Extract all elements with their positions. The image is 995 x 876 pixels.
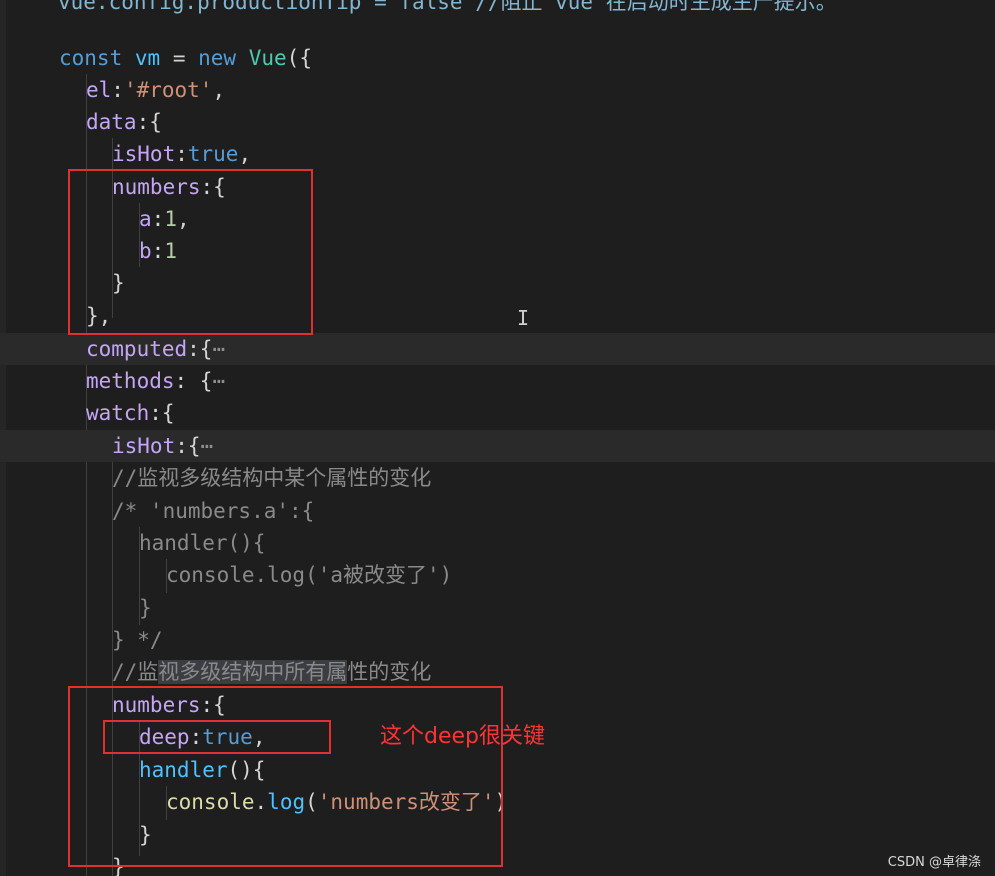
token-punct: , [212,78,226,102]
token-punct: : [175,142,188,166]
token-comment: handler(){ [139,531,266,555]
fold-ellipsis-icon[interactable]: ⋯ [212,369,225,393]
token-punct: ({ [286,46,312,70]
token-operator: = [172,46,186,70]
token-punct: :{ [175,434,201,458]
token-comment: //监 [112,660,159,684]
code-line[interactable]: computed:{⋯ [0,333,995,365]
code-line[interactable]: handler(){ [0,527,995,559]
code-line[interactable]: } */ [0,624,995,656]
cutoff-line: vue.config.productionTip = false //阻止 vu… [58,0,837,14]
token-comment: } */ [112,628,163,652]
code-line[interactable]: el:'#root', [0,74,995,106]
token-property: el [86,78,112,102]
token-comment: /* 'numbers.a':{ [112,499,315,523]
token-keyword: const [59,46,123,70]
token-property: watch [86,401,150,425]
code-line[interactable]: //监视多级结构中所有属性的变化 [0,656,995,688]
token-comment: //监视多级结构中某个属性的变化 [112,466,432,490]
token-punct: : [111,78,124,102]
annotation-note: 这个deep很关键 [380,724,546,749]
token-punct: , [238,142,252,166]
code-line[interactable]: const vm = new Vue({ [0,42,995,74]
token-property: isHot [112,434,176,458]
token-keyword: new [198,46,237,70]
code-line[interactable]: watch:{ [0,397,995,429]
code-line[interactable]: isHot:{⋯ [0,430,995,462]
code-editor[interactable]: vue.config.productionTip = false //阻止 vu… [0,0,995,876]
token-string: '#root' [123,78,213,102]
token-property: data [86,110,137,134]
token-punct: :{ [149,401,175,425]
token-comment: } [139,596,152,620]
code-line[interactable]: /* 'numbers.a':{ [0,495,995,527]
fold-ellipsis-icon[interactable]: ⋯ [201,434,214,458]
highlight-box-watch-numbers [68,686,503,867]
token-boolean: true [187,142,239,166]
token-punct: : { [174,369,213,393]
token-punct: :{ [136,110,162,134]
code-line[interactable]: } [0,592,995,624]
code-line[interactable]: //监视多级结构中某个属性的变化 [0,462,995,494]
token-variable: vm [134,46,161,70]
code-line[interactable]: methods: {⋯ [0,365,995,397]
token-property: computed [86,337,188,361]
code-line[interactable]: console.log('a被改变了') [0,559,995,591]
token-comment: console.log('a被改变了') [166,563,453,587]
token-class: Vue [248,46,287,70]
token-property: methods [86,369,175,393]
code-line[interactable]: isHot:true, [0,138,995,170]
token-property: isHot [112,142,176,166]
highlight-box-data-numbers [68,169,313,335]
highlight-box-deep [103,720,331,754]
code-line[interactable]: data:{ [0,106,995,138]
fold-ellipsis-icon[interactable]: ⋯ [212,337,225,361]
text-cursor-icon: I [517,306,530,330]
token-punct: :{ [187,337,213,361]
selection-highlight: 视多级结构中所有属 [158,660,348,684]
watermark: CSDN @卓律涤 [887,855,981,870]
token-comment: 性的变化 [347,660,432,684]
